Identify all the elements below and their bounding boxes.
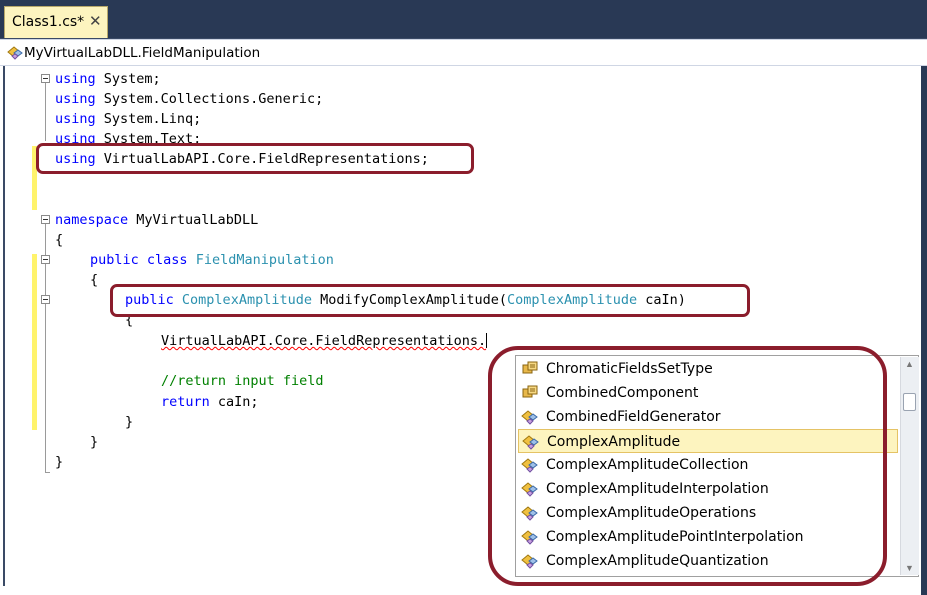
highlight-method-annotation (110, 284, 750, 317)
outline-line (45, 83, 46, 141)
tab-class1-cs[interactable]: Class1.cs* ✕ (4, 6, 108, 38)
scroll-up-icon[interactable]: ▲ (905, 359, 914, 369)
keyword: public (90, 252, 139, 268)
code-line-3: using System.Linq; (55, 111, 201, 127)
keyword: using (55, 91, 96, 107)
editor-border-right (921, 66, 927, 595)
text-caret (486, 333, 488, 348)
code-text: System.Collections.Generic; (95, 91, 324, 107)
keyword: using (55, 71, 96, 87)
collapse-icon[interactable] (41, 255, 50, 264)
collapse-icon[interactable] (41, 295, 50, 304)
class-icon (7, 46, 23, 60)
code-text: System; (95, 71, 161, 87)
code-line-1: using System; (55, 71, 161, 87)
code-line-9: public class FieldManipulation (90, 252, 334, 268)
outline-end (45, 472, 50, 473)
code-text: MyVirtualLabDLL (128, 212, 259, 228)
code-line-10: { (90, 272, 99, 288)
type-dropdown-label[interactable]: MyVirtualLabDLL.FieldManipulation (24, 45, 260, 61)
scrollbar[interactable]: ▲ ▼ (900, 357, 919, 575)
type-name: FieldManipulation (195, 252, 334, 268)
code-line-2: using System.Collections.Generic; (55, 91, 323, 107)
code-line-18: } (90, 434, 99, 450)
code-line-7: namespace MyVirtualLabDLL (55, 212, 258, 228)
code-text-error: VirtualLabAPI.Core.FieldRepresentations. (161, 333, 487, 349)
code-line-8: { (55, 232, 64, 248)
collapse-icon[interactable] (41, 74, 50, 83)
code-line-16: return caIn; (161, 394, 259, 410)
change-indicator (32, 254, 37, 430)
code-line-19: } (55, 454, 64, 470)
document-tab-bar: Class1.cs* ✕ (0, 0, 927, 39)
collapse-icon[interactable] (41, 215, 50, 224)
tab-label: Class1.cs* (12, 14, 85, 30)
scroll-down-icon[interactable]: ▼ (905, 563, 914, 573)
scrollbar-thumb[interactable] (903, 393, 916, 411)
keyword: using (55, 111, 96, 127)
code-line-15: //return input field (161, 373, 324, 389)
editor-border (3, 66, 5, 586)
keyword: namespace (55, 212, 129, 228)
code-text: caIn; (209, 394, 259, 410)
close-icon[interactable]: ✕ (89, 12, 102, 30)
type-navigation-bar[interactable]: MyVirtualLabDLL.FieldManipulation (0, 39, 927, 66)
keyword: class (146, 252, 188, 268)
code-line-13: VirtualLabAPI.Core.FieldRepresentations. (161, 333, 488, 349)
highlight-using-annotation (36, 143, 474, 174)
code-text: System.Linq; (95, 111, 202, 127)
keyword: return (161, 394, 210, 410)
code-line-17: } (125, 414, 134, 430)
highlight-intellisense-annotation (488, 346, 887, 586)
